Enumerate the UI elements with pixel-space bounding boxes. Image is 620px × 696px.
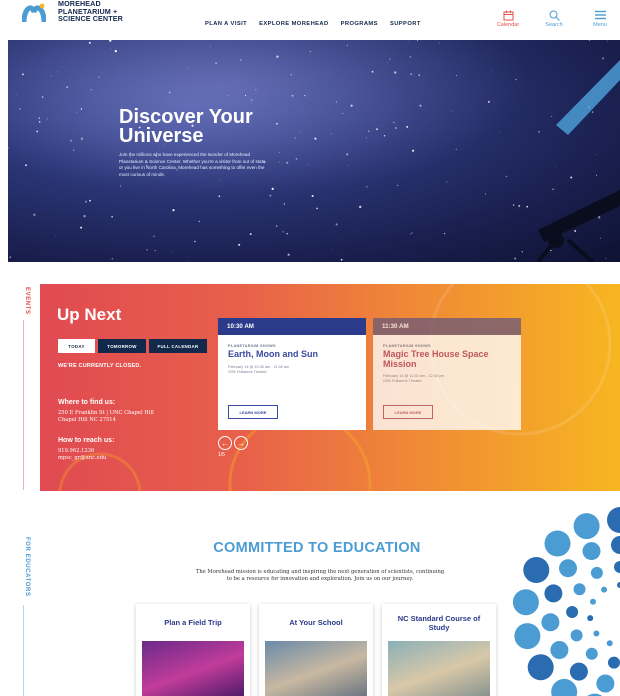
hero-description: Join the millions who have experienced t… <box>119 152 266 177</box>
education-description: The Morehead mission is educating and in… <box>195 569 445 583</box>
event-category: PLANETARIUM SHOWS <box>383 344 431 348</box>
nc-standard-course-card[interactable]: NC Standard Course of Study <box>382 604 496 696</box>
up-next-title: Up Next <box>57 305 122 324</box>
nav-support[interactable]: SUPPORT <box>390 21 421 27</box>
nav-explore-morehead[interactable]: EXPLORE MOREHEAD <box>259 21 329 27</box>
search-button[interactable]: Search <box>540 8 568 28</box>
starfield-image <box>8 40 620 262</box>
contact-heading: How to reach us: <box>58 437 115 444</box>
nav-programs[interactable]: PROGRAMS <box>341 21 378 27</box>
arrow-left-icon[interactable]: ← <box>218 436 232 450</box>
planetarium-audience-image <box>142 641 244 696</box>
logo-icon[interactable] <box>22 2 46 24</box>
contact-info: 919.962.1236 mpsc_gr@unc.edu <box>58 448 106 463</box>
up-next-panel: Up Next TODAY TOMORROW FULL CALENDAR WE'… <box>40 284 620 491</box>
where-heading: Where to find us: <box>58 399 116 406</box>
address: 250 E Franklin St | UNC Chapel Hill Chap… <box>58 410 154 425</box>
event-time: 10:30 AM <box>218 318 366 335</box>
today-button[interactable]: TODAY <box>58 339 95 353</box>
logo-wordmark[interactable]: MOREHEAD PLANETARIUM + SCIENCE CENTER <box>58 0 123 23</box>
hamburger-icon <box>594 10 606 20</box>
calendar-button[interactable]: Calendar <box>494 8 522 28</box>
hero-banner: Discover Your Universe Join the millions… <box>8 40 620 262</box>
event-details: February 14 @ 11:30 am - 12:30 pm GSK Fu… <box>383 374 521 385</box>
calendar-label: Calendar <box>496 22 520 28</box>
address-line: Chapel Hill NC 27514 <box>58 417 116 424</box>
address-line: 250 E Franklin St | UNC Chapel Hill <box>58 410 154 416</box>
event-card[interactable]: 11:30 AM PLANETARIUM SHOWS Magic Tree Ho… <box>373 318 521 430</box>
search-label: Search <box>545 22 563 28</box>
carousel-controls: ← → <box>218 436 248 450</box>
site-header: MOREHEAD PLANETARIUM + SCIENCE CENTER PL… <box>0 0 620 40</box>
tomorrow-button[interactable]: TOMORROW <box>98 339 146 353</box>
event-card[interactable]: 10:30 AM PLANETARIUM SHOWS Earth, Moon a… <box>218 318 366 430</box>
email-link[interactable]: mpsc_gr@unc.edu <box>58 455 106 462</box>
menu-button[interactable]: Menu <box>586 8 614 28</box>
learn-more-button[interactable]: LEARN MORE <box>228 405 278 419</box>
classroom-students-image <box>265 641 367 696</box>
divider <box>23 605 24 696</box>
carousel-pager: 1/5 <box>218 452 225 458</box>
decorative-dots <box>512 507 620 696</box>
divider <box>23 320 24 490</box>
card-title: At Your School <box>289 618 343 627</box>
at-your-school-card[interactable]: At Your School <box>259 604 373 696</box>
hero-title: Discover Your Universe <box>119 106 253 147</box>
plan-field-trip-card[interactable]: Plan a Field Trip <box>136 604 250 696</box>
main-nav: PLAN A VISIT EXPLORE MOREHEAD PROGRAMS S… <box>205 21 421 27</box>
event-category: PLANETARIUM SHOWS <box>228 344 276 348</box>
events-side-label: EVENTS <box>24 287 30 315</box>
event-title[interactable]: Earth, Moon and Sun <box>228 349 356 360</box>
event-location: GSK Fulldome Theater <box>228 369 267 374</box>
learn-more-button[interactable]: LEARN MORE <box>383 405 433 419</box>
logo-line: SCIENCE CENTER <box>58 14 123 24</box>
menu-label: Menu <box>593 22 607 28</box>
nav-plan-a-visit[interactable]: PLAN A VISIT <box>205 21 247 27</box>
closed-status: WE'RE CURRENTLY CLOSED. <box>58 363 142 369</box>
card-title: Plan a Field Trip <box>164 618 222 627</box>
calendar-icon <box>503 10 513 20</box>
header-tools: Calendar Search Menu <box>494 8 614 28</box>
full-calendar-button[interactable]: FULL CALENDAR <box>149 339 207 353</box>
arrow-right-icon[interactable]: → <box>234 436 248 450</box>
event-time: 11:30 AM <box>373 318 521 335</box>
event-location: GSK Fulldome Theater <box>383 379 422 384</box>
search-icon <box>549 10 560 21</box>
event-details: February 14 @ 10:30 am - 11:30 am GSK Fu… <box>228 365 366 376</box>
classroom-image <box>388 641 490 696</box>
card-title: NC Standard Course of Study <box>397 613 481 632</box>
event-title[interactable]: Magic Tree House Space Mission <box>383 349 511 369</box>
